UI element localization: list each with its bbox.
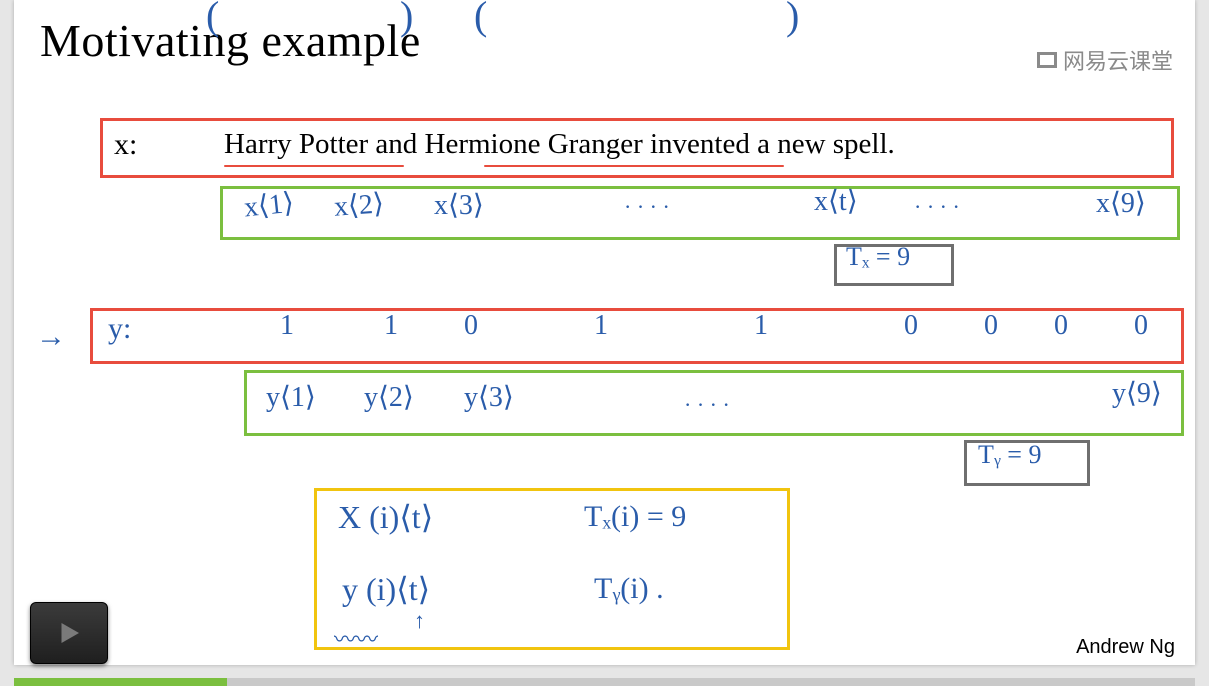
- progress-bar[interactable]: [14, 678, 1195, 686]
- y-v4: 1: [594, 310, 608, 342]
- uparrow-icon: ↑: [414, 608, 425, 634]
- paren-open-2: (: [474, 0, 487, 39]
- x2: x⟨2⟩: [333, 186, 385, 223]
- author-credit: Andrew Ng: [1076, 636, 1175, 659]
- y-v3: 0: [464, 310, 478, 342]
- x-dots2: · · · ·: [914, 194, 960, 220]
- xt: x⟨t⟩: [814, 184, 858, 218]
- notation-xit: X (i)⟨t⟩: [338, 498, 433, 536]
- sentence-text: Harry Potter and Hermione Granger invent…: [224, 128, 895, 161]
- squiggle: 〰〰: [334, 622, 378, 654]
- paren-close-1: ): [400, 0, 413, 39]
- y3: y⟨3⟩: [464, 380, 514, 414]
- y-v7: 0: [984, 310, 998, 342]
- notation-yit: y (i)⟨t⟩: [342, 570, 430, 608]
- underline-1: [224, 165, 404, 167]
- slide: Motivating example 网易云课堂 x: Harry Potter…: [14, 0, 1195, 665]
- x1: x⟨1⟩: [242, 185, 295, 224]
- play-icon: [54, 618, 84, 648]
- ty-text: Tᵧ = 9: [978, 440, 1041, 470]
- watermark-text: 网易云课堂: [1063, 44, 1173, 76]
- y-v1: 1: [280, 310, 294, 342]
- y-dots: · · · ·: [684, 392, 730, 418]
- x-label: x:: [114, 128, 137, 162]
- play-button[interactable]: [30, 602, 108, 664]
- progress-fill: [14, 678, 227, 686]
- y-v5: 1: [754, 310, 768, 342]
- tx-text: Tₓ = 9: [846, 242, 910, 272]
- slide-title: Motivating example: [40, 14, 421, 67]
- arrow-icon: →: [36, 320, 66, 354]
- y-row-box: [90, 308, 1184, 364]
- y1: y⟨1⟩: [266, 380, 316, 414]
- y9: y⟨9⟩: [1112, 376, 1162, 410]
- y-v8: 0: [1054, 310, 1068, 342]
- x3: x⟨3⟩: [434, 188, 484, 222]
- paren-close-2: ): [786, 0, 799, 39]
- underline-2: [484, 165, 784, 167]
- y-label: y:: [108, 312, 131, 346]
- y-v6: 0: [904, 310, 918, 342]
- paren-open-1: (: [206, 0, 219, 39]
- x9: x⟨9⟩: [1096, 186, 1146, 220]
- y-v2: 1: [384, 310, 398, 342]
- x-dots1: · · · ·: [624, 194, 670, 220]
- y-v9: 0: [1134, 310, 1148, 342]
- notation-tyi: Tᵧ(i) .: [594, 572, 664, 606]
- book-icon: [1037, 52, 1057, 68]
- y2: y⟨2⟩: [364, 380, 414, 414]
- notation-txi: Tₓ(i) = 9: [584, 500, 686, 534]
- watermark: 网易云课堂: [1037, 44, 1173, 76]
